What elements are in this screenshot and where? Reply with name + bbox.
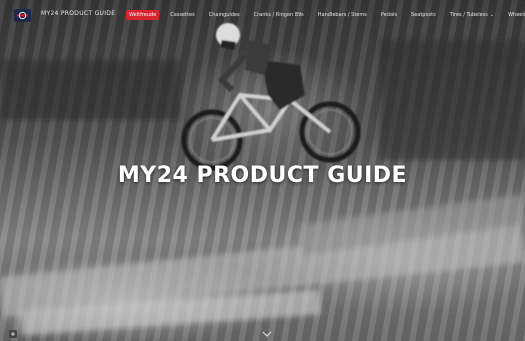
menu-item-tires-label: Tires / Tubeless bbox=[449, 12, 488, 18]
menu-item-cranks[interactable]: Cranks / Ringen 89s bbox=[251, 10, 307, 20]
menu-item-cassettes[interactable]: Cassettes bbox=[167, 10, 197, 20]
menu-item-chainguides[interactable]: Chainguides bbox=[206, 10, 243, 20]
menu-item-wheels[interactable]: Wheels / Rims / Hubs bbox=[505, 10, 525, 20]
menu-item-handlebars[interactable]: Handlebars / Stems bbox=[315, 10, 370, 20]
brand-name[interactable]: MY24 PRODUCT GUIDE bbox=[41, 10, 115, 17]
chevron-down-icon: ⌄ bbox=[489, 12, 495, 18]
settings-icon[interactable] bbox=[9, 330, 17, 338]
rider-graphic bbox=[181, 23, 361, 171]
brand-logo-icon[interactable] bbox=[14, 9, 31, 22]
menu-item-seatposts[interactable]: Seatposts bbox=[408, 10, 439, 20]
menu-item-weltfreude[interactable]: Weltfreude bbox=[126, 10, 160, 20]
menu-item-pedals[interactable]: Pedals bbox=[378, 10, 400, 20]
menu-item-tires[interactable]: Tires / Tubeless ⌄ bbox=[447, 10, 497, 20]
top-navigation: MY24 PRODUCT GUIDE Weltfreude Cassettes … bbox=[0, 0, 525, 32]
main-menu: Weltfreude Cassettes Chainguides Cranks … bbox=[126, 10, 525, 20]
hero-title: MY24 PRODUCT GUIDE bbox=[117, 163, 408, 188]
product-guide-page: MY24 PRODUCT GUIDE Weltfreude Cassettes … bbox=[0, 0, 525, 341]
chevron-down-icon[interactable] bbox=[262, 330, 272, 338]
